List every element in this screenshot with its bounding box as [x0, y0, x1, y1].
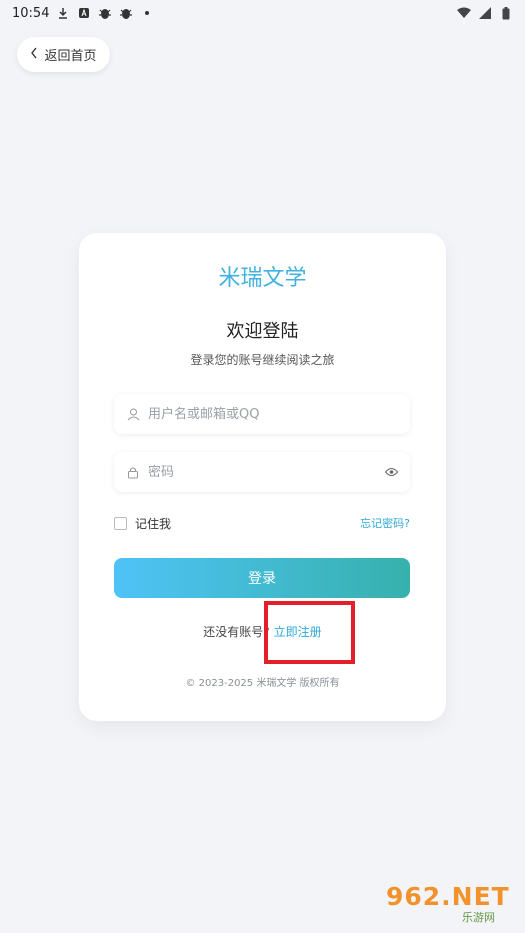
- dot-icon: [140, 6, 154, 20]
- bug-icon: [119, 6, 133, 20]
- status-right: [457, 6, 513, 20]
- remember-me[interactable]: 记住我: [114, 515, 171, 532]
- watermark-bottom: 乐游网: [462, 911, 495, 924]
- username-field-container[interactable]: [114, 394, 410, 434]
- login-card: 米瑞文学 欢迎登陆 登录您的账号继续阅读之旅 记住我 忘记密码? 登录 还没有账…: [79, 233, 446, 721]
- back-home-label: 返回首页: [44, 49, 97, 64]
- signup-prompt: 还没有账号?: [203, 625, 270, 639]
- watermark-top: 962.NET: [386, 882, 510, 911]
- copyright: © 2023-2025 米瑞文学 版权所有: [185, 678, 340, 689]
- remember-row: 记住我 忘记密码?: [114, 513, 410, 533]
- remember-label: 记住我: [135, 516, 172, 531]
- forgot-password-link[interactable]: 忘记密码?: [360, 515, 410, 531]
- welcome-title: 欢迎登陆: [226, 321, 299, 342]
- highlight-box: [264, 601, 355, 664]
- login-button[interactable]: 登录: [114, 558, 410, 598]
- user-icon: [126, 407, 140, 421]
- back-home-button[interactable]: 返回首页: [17, 37, 110, 72]
- password-input[interactable]: [146, 463, 385, 481]
- wifi-icon: [457, 6, 471, 20]
- status-bar: 10:54: [0, 0, 525, 26]
- battery-icon: [499, 6, 513, 20]
- login-subtitle: 登录您的账号继续阅读之旅: [190, 353, 335, 367]
- bug-icon: [98, 6, 112, 20]
- remember-checkbox[interactable]: [114, 516, 127, 530]
- lock-icon: [126, 465, 140, 479]
- password-field-container[interactable]: [114, 452, 410, 492]
- a-icon: [77, 6, 91, 20]
- brand-title: 米瑞文学: [218, 266, 307, 291]
- chevron-left-icon: [30, 47, 38, 63]
- signal-icon: [478, 6, 492, 20]
- eye-icon[interactable]: [385, 467, 398, 477]
- status-left: 10:54: [12, 6, 154, 21]
- download-icon: [56, 6, 70, 20]
- watermark-logo: 962.NET 乐游网: [386, 881, 520, 928]
- signup-row: 还没有账号? 立即注册: [79, 623, 446, 640]
- status-time: 10:54: [12, 5, 50, 21]
- username-input[interactable]: [146, 405, 398, 423]
